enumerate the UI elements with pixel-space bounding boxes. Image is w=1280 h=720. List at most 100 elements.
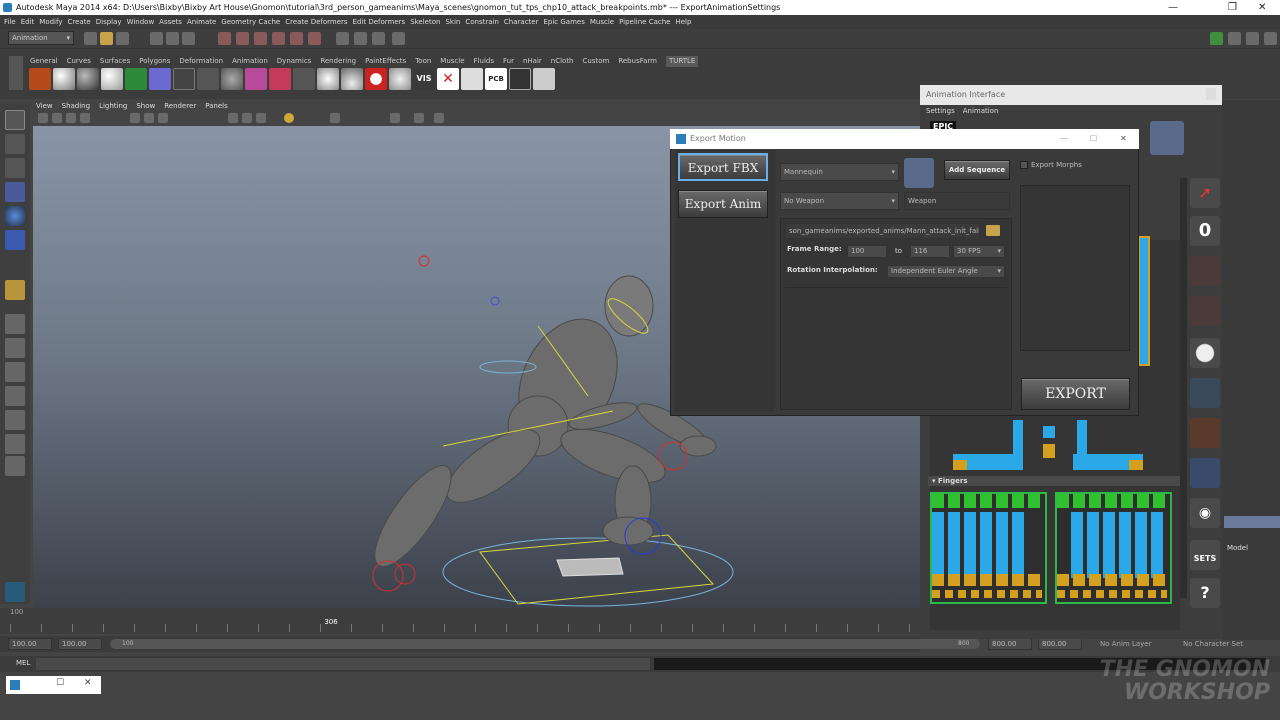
playback-end-field[interactable]: 800.00: [988, 638, 1032, 650]
gray-sphere-icon[interactable]: [221, 68, 243, 90]
shelf-tab-fur[interactable]: Fur: [503, 56, 514, 67]
menu-character[interactable]: Character: [504, 18, 539, 26]
run-pose-icon[interactable]: [1190, 256, 1220, 286]
lasso-tool-icon[interactable]: [5, 134, 25, 154]
finger-ctrl[interactable]: [932, 512, 1028, 578]
shelf-tab-nhair[interactable]: nHair: [523, 56, 542, 67]
character-pick-icon[interactable]: [904, 158, 934, 188]
select-hierarchy-icon[interactable]: [150, 32, 163, 45]
finger-ctrl[interactable]: [1057, 590, 1167, 598]
minimized-window[interactable]: ☐ ✕: [6, 676, 101, 694]
fire-icon[interactable]: [29, 68, 51, 90]
viewport-menu-renderer[interactable]: Renderer: [164, 102, 196, 110]
select-arrow-icon[interactable]: ➚: [1190, 178, 1220, 208]
shelf-tab-muscle[interactable]: Muscle: [440, 56, 464, 67]
isolate-icon[interactable]: [414, 113, 424, 123]
film-gate-icon[interactable]: [144, 113, 154, 123]
save-scene-icon[interactable]: [116, 32, 129, 45]
export-maximize-button[interactable]: ☐: [1090, 129, 1097, 149]
particles-icon[interactable]: [173, 68, 195, 90]
menu-window[interactable]: Window: [127, 18, 155, 26]
bars-icon[interactable]: [149, 68, 171, 90]
render-frame-icon[interactable]: [354, 32, 367, 45]
eye-icon[interactable]: ◉: [1190, 498, 1220, 528]
shelf-tab-animation[interactable]: Animation: [232, 56, 268, 67]
frame-start-field[interactable]: 100: [847, 245, 887, 258]
render-settings-icon[interactable]: [392, 32, 405, 45]
run-pose-alt-icon[interactable]: [1190, 296, 1220, 326]
move-tool-icon[interactable]: [5, 182, 25, 202]
outliner-item-model[interactable]: Model: [1227, 544, 1248, 552]
viewport-menu-lighting[interactable]: Lighting: [99, 102, 127, 110]
shadows-icon[interactable]: [330, 113, 340, 123]
channel-box-icon[interactable]: [1264, 32, 1277, 45]
character-select[interactable]: Mannequin ▾: [780, 163, 899, 181]
viewport-menu-view[interactable]: View: [36, 102, 53, 110]
picker-arm-l[interactable]: [1138, 236, 1150, 366]
shelf-tab-rebusfarm[interactable]: RebusFarm: [618, 56, 657, 67]
menu-file[interactable]: File: [4, 18, 16, 26]
menu-modify[interactable]: Modify: [39, 18, 62, 26]
brush-icon[interactable]: [1190, 418, 1220, 448]
layout-single-icon[interactable]: [5, 314, 25, 334]
picker-foot-r[interactable]: [1129, 460, 1143, 470]
image-plane-icon[interactable]: [80, 113, 90, 123]
mode-select[interactable]: Animation ▾: [8, 31, 74, 45]
finger-ctrl[interactable]: [1057, 494, 1167, 508]
picker-pelvis[interactable]: [1043, 444, 1055, 458]
finger-ctrl[interactable]: [932, 574, 1042, 586]
anim-close-icon[interactable]: [1206, 88, 1216, 100]
green-shader-icon[interactable]: [125, 68, 147, 90]
vis-icon[interactable]: VIS: [413, 68, 435, 90]
finger-ctrl[interactable]: [932, 494, 1042, 508]
weapon-select[interactable]: No Weapon ▾: [780, 192, 899, 210]
shelf-tab-turtle[interactable]: TURTLE: [665, 56, 699, 67]
light-icon[interactable]: [317, 68, 339, 90]
shelf-tab-fluids[interactable]: Fluids: [474, 56, 494, 67]
red-x-icon[interactable]: ✕: [437, 68, 459, 90]
layout-graph-icon[interactable]: [5, 410, 25, 430]
select-component-icon[interactable]: [182, 32, 195, 45]
character-set-select[interactable]: No Character Set: [1183, 640, 1243, 648]
snap-curve-icon[interactable]: [236, 32, 249, 45]
outliner-selected-row[interactable]: [1224, 516, 1280, 528]
shelf-tab-custom[interactable]: Custom: [583, 56, 610, 67]
textured-icon[interactable]: [256, 113, 266, 123]
layout-outliner-icon[interactable]: [5, 434, 25, 454]
sphere-white-icon[interactable]: [101, 68, 123, 90]
menu-assets[interactable]: Assets: [159, 18, 182, 26]
resolution-gate-icon[interactable]: [158, 113, 168, 123]
lights-icon[interactable]: [284, 113, 294, 123]
layout-icon[interactable]: [1210, 32, 1223, 45]
current-frame-marker[interactable]: 306: [324, 618, 338, 632]
maximize-button[interactable]: ❐: [1228, 0, 1237, 15]
snap-grid-icon[interactable]: [218, 32, 231, 45]
rotation-interpolation-select[interactable]: Independent Euler Angle ▾: [887, 265, 1005, 278]
character-avatar-icon[interactable]: [1150, 121, 1184, 155]
star-figure-icon[interactable]: [1190, 458, 1220, 488]
sphere-dark-icon[interactable]: [77, 68, 99, 90]
select-object-icon[interactable]: [166, 32, 179, 45]
finger-ctrl[interactable]: [1071, 512, 1167, 578]
snap-plane-icon[interactable]: [272, 32, 285, 45]
wireframe-icon[interactable]: [228, 113, 238, 123]
shelf-tab-deformation[interactable]: Deformation: [179, 56, 223, 67]
menu-create-deformers[interactable]: Create Deformers: [285, 18, 347, 26]
fingers-header[interactable]: ▾ Fingers: [928, 476, 1180, 486]
playback-start-field[interactable]: 100.00: [58, 638, 102, 650]
tool-settings-icon[interactable]: [1246, 32, 1259, 45]
menu-create[interactable]: Create: [67, 18, 90, 26]
export-minimize-button[interactable]: —: [1060, 129, 1068, 149]
xray-icon[interactable]: [390, 113, 400, 123]
viewport-menu-show[interactable]: Show: [136, 102, 155, 110]
zero-pose-button[interactable]: 0: [1190, 216, 1220, 246]
shelf-tab-dynamics[interactable]: Dynamics: [277, 56, 312, 67]
finger-ctrl[interactable]: [1057, 574, 1167, 586]
anim-end-field[interactable]: 800.00: [1038, 638, 1082, 650]
panel-scrollbar[interactable]: [1180, 178, 1187, 598]
weapon-field[interactable]: Weapon: [904, 192, 1010, 210]
fps-select[interactable]: 30 FPS ▾: [953, 245, 1005, 258]
shelf-tab-curves[interactable]: Curves: [67, 56, 91, 67]
close-button[interactable]: ✕: [1258, 0, 1266, 15]
folder-icon[interactable]: [986, 225, 1000, 236]
